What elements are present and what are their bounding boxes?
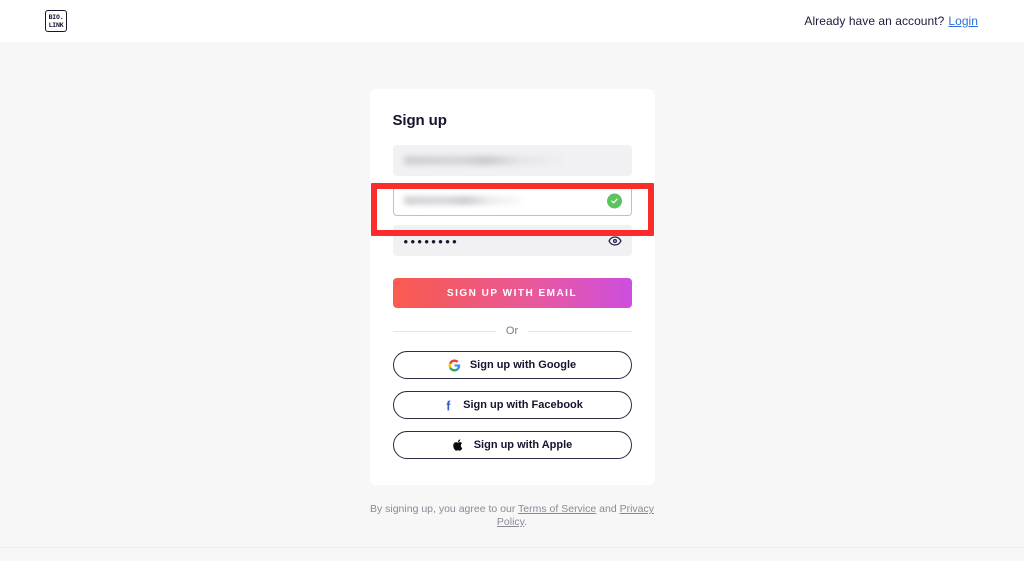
eye-icon[interactable] bbox=[607, 234, 622, 248]
google-button-label: Sign up with Google bbox=[469, 359, 577, 371]
signup-with-email-button[interactable]: SIGN UP WITH EMAIL bbox=[392, 278, 632, 308]
google-icon bbox=[448, 358, 462, 372]
redacted-email-value bbox=[403, 196, 522, 205]
divider-line-right bbox=[528, 330, 632, 332]
page-title: Sign up bbox=[392, 112, 447, 129]
top-header: BIO. LINK Already have an account? Login bbox=[0, 0, 1024, 42]
signup-with-google-button[interactable]: Sign up with Google bbox=[392, 351, 632, 379]
signup-card: Sign up •••••••• SIGN UP WITH EMAIL Or S… bbox=[369, 89, 655, 485]
facebook-button-label: Sign up with Facebook bbox=[463, 399, 583, 411]
logo-line-top: BIO. bbox=[48, 13, 64, 21]
legal-text: By signing up, you agree to our Terms of… bbox=[362, 503, 662, 529]
logo-line-bottom: LINK bbox=[48, 20, 64, 29]
bio-link-logo[interactable]: BIO. LINK bbox=[45, 10, 67, 32]
legal-suffix: . bbox=[524, 516, 528, 529]
signup-with-apple-button[interactable]: Sign up with Apple bbox=[392, 431, 632, 459]
redacted-username-value bbox=[403, 156, 564, 165]
username-field[interactable] bbox=[392, 145, 632, 176]
account-prompt: Already have an account? Login bbox=[804, 14, 978, 28]
apple-icon bbox=[452, 438, 466, 452]
or-divider: Or bbox=[392, 325, 632, 337]
page-body: Sign up •••••••• SIGN UP WITH EMAIL Or S… bbox=[0, 42, 1024, 561]
apple-button-label: Sign up with Apple bbox=[473, 439, 573, 451]
legal-prefix: By signing up, you agree to our bbox=[369, 503, 519, 515]
login-link[interactable]: Login bbox=[948, 14, 978, 28]
password-masked-value: •••••••• bbox=[403, 234, 460, 249]
bottom-bar bbox=[0, 547, 1024, 561]
password-field[interactable]: •••••••• bbox=[392, 225, 632, 256]
facebook-icon bbox=[441, 398, 455, 412]
signup-with-facebook-button[interactable]: Sign up with Facebook bbox=[392, 391, 632, 419]
legal-conjunction: and bbox=[596, 503, 620, 515]
terms-of-service-link[interactable]: Terms of Service bbox=[518, 503, 596, 515]
email-field[interactable] bbox=[392, 185, 632, 216]
account-prompt-text: Already have an account? bbox=[804, 14, 945, 28]
green-check-icon bbox=[606, 193, 622, 208]
divider-label: Or bbox=[505, 325, 519, 337]
divider-line-left bbox=[392, 330, 496, 332]
